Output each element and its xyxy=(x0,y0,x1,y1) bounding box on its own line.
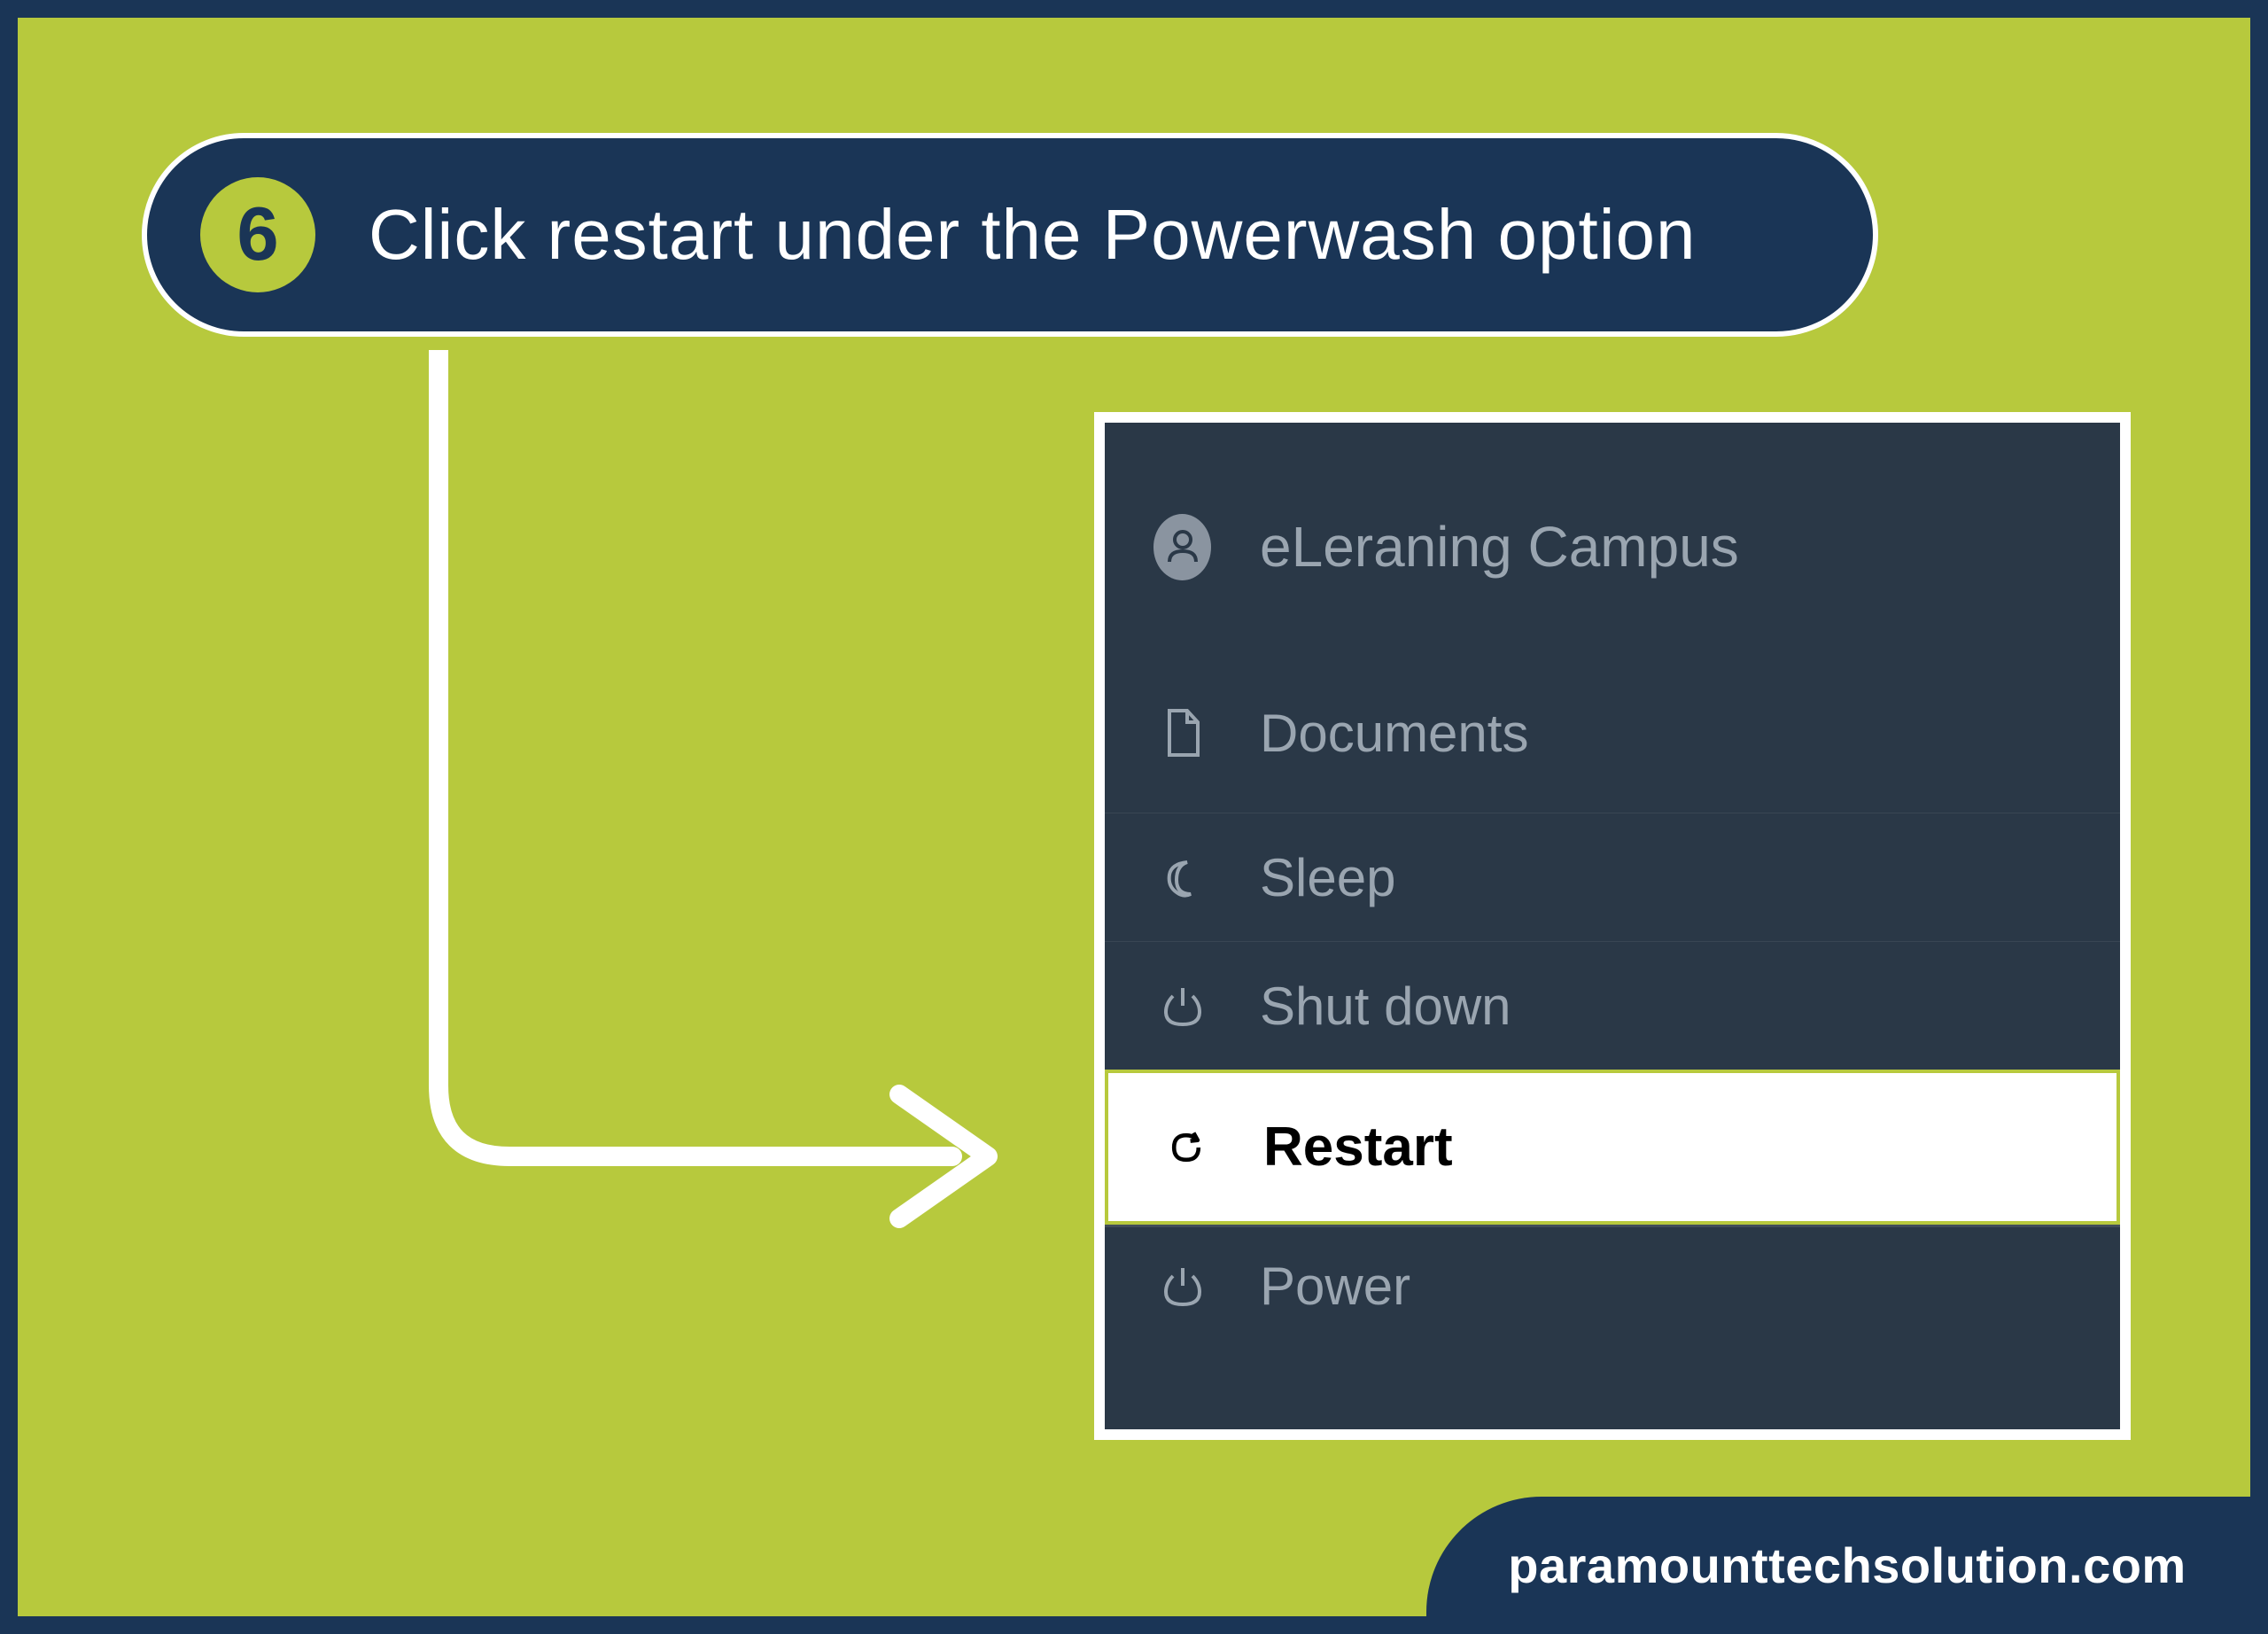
shutdown-label: Shut down xyxy=(1260,976,1511,1037)
menu-item-shutdown[interactable]: Shut down xyxy=(1105,941,2120,1070)
power-icon xyxy=(1153,1257,1211,1315)
menu-item-power[interactable]: Power xyxy=(1105,1225,2120,1344)
restart-label: Restart xyxy=(1263,1116,1453,1179)
arrow-connector xyxy=(403,350,1023,1236)
step-number-circle: 6 xyxy=(200,177,315,292)
menu-item-sleep[interactable]: Sleep xyxy=(1105,813,2120,941)
menu-item-user[interactable]: eLeraning Campus xyxy=(1105,423,2120,582)
user-icon xyxy=(1153,518,1211,576)
document-icon xyxy=(1153,704,1211,762)
user-label: eLeraning Campus xyxy=(1260,514,1739,580)
documents-label: Documents xyxy=(1260,703,1528,764)
menu-item-documents[interactable]: Documents xyxy=(1105,653,2120,813)
power-menu-panel: eLeraning Campus Documents Sleep xyxy=(1094,412,2131,1440)
power-icon xyxy=(1153,977,1211,1035)
footer-badge: paramounttechsolution.com xyxy=(1426,1497,2268,1634)
sleep-label: Sleep xyxy=(1260,847,1395,908)
footer-domain: paramounttechsolution.com xyxy=(1508,1537,2186,1594)
step-header: 6 Click restart under the Powerwash opti… xyxy=(142,133,1878,337)
moon-icon xyxy=(1153,849,1211,906)
power-label: Power xyxy=(1260,1256,1410,1317)
menu-inner: eLeraning Campus Documents Sleep xyxy=(1105,423,2120,1429)
menu-item-restart[interactable]: Restart xyxy=(1105,1070,2120,1225)
restart-icon xyxy=(1157,1118,1215,1176)
step-title: Click restart under the Powerwash option xyxy=(369,194,1696,276)
menu-spacer xyxy=(1105,582,2120,653)
step-number: 6 xyxy=(237,191,278,278)
